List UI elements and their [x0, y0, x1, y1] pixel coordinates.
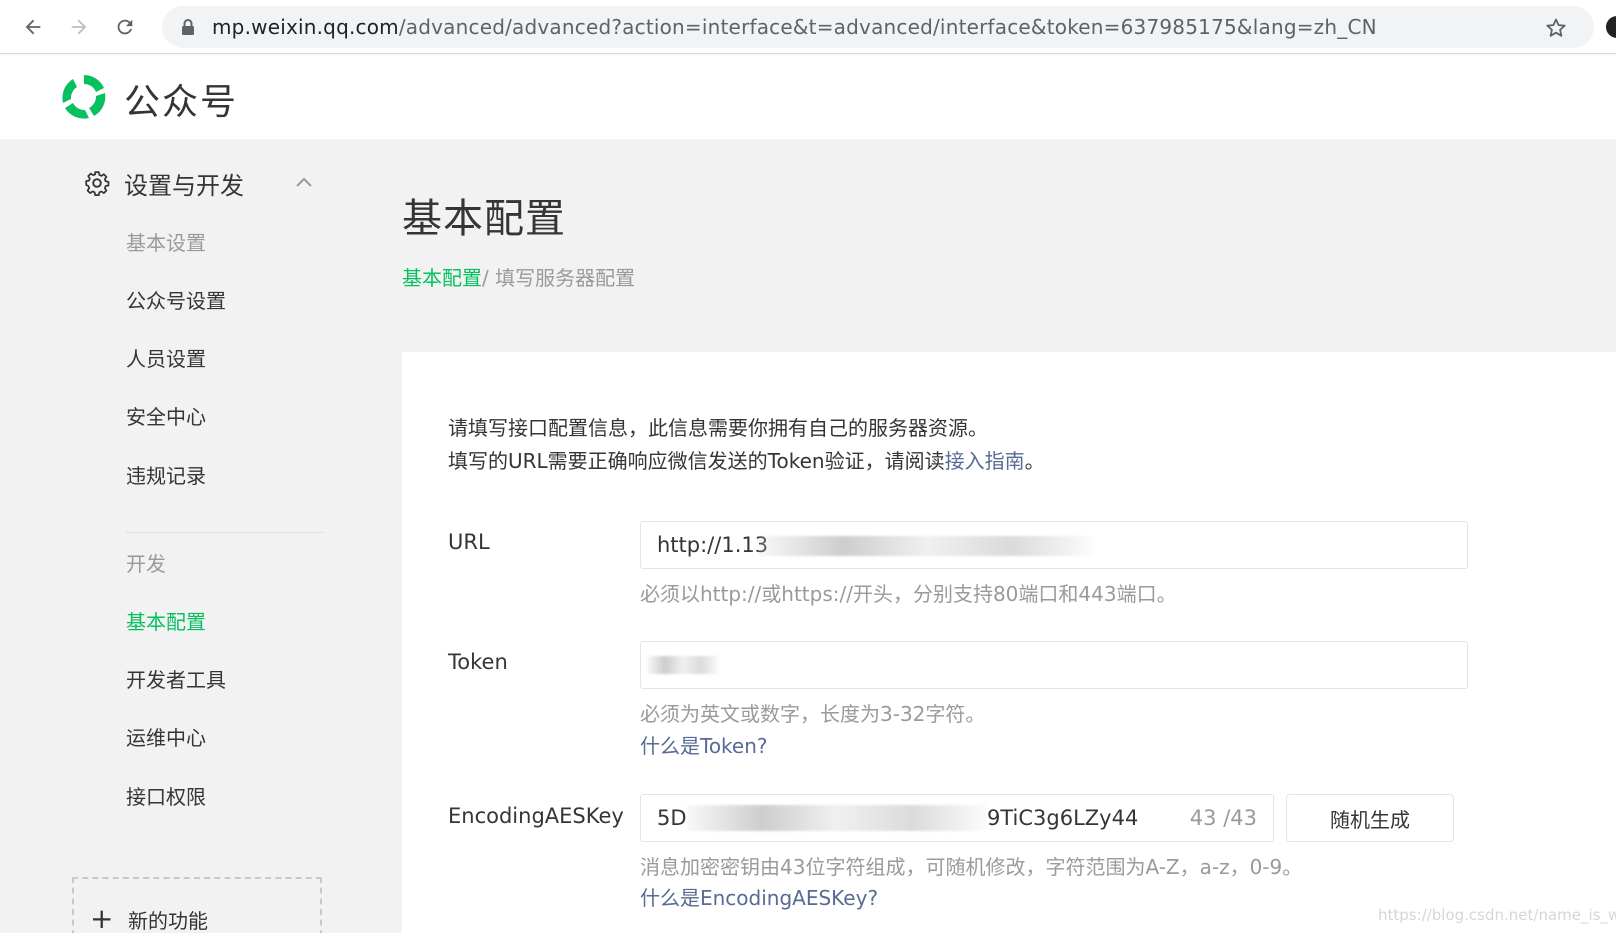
reload-button[interactable] [108, 10, 142, 44]
sidebar-item-dev-tools[interactable]: 开发者工具 [126, 664, 226, 693]
aes-key-value-start: 5D [657, 806, 687, 830]
wechat-mp-logo-icon [62, 75, 106, 119]
redaction-blur [687, 805, 987, 831]
aes-key-input[interactable]: 5D 9TiC3g6LZy44 43 /43 [640, 794, 1274, 842]
sidebar-divider [126, 532, 323, 533]
browser-toolbar: mp.weixin.qq.com/advanced/advanced?actio… [0, 0, 1616, 54]
config-panel: 请填写接口配置信息，此信息需要你拥有自己的服务器资源。 填写的URL需要正确响应… [402, 352, 1616, 933]
mp-header: 公众号 [0, 55, 1616, 139]
url-text: mp.weixin.qq.com/advanced/advanced?actio… [212, 15, 1377, 39]
sidebar-item-account-settings[interactable]: 公众号设置 [126, 285, 226, 314]
sidebar-item-basic-config[interactable]: 基本配置 [126, 606, 206, 635]
url-label: URL [448, 530, 490, 554]
breadcrumb-current: / 填写服务器配置 [482, 266, 636, 290]
address-bar[interactable]: mp.weixin.qq.com/advanced/advanced?actio… [162, 6, 1594, 48]
url-host: mp.weixin.qq.com [212, 15, 399, 39]
reload-icon [117, 19, 133, 35]
sidebar-item-api-permissions[interactable]: 接口权限 [126, 781, 206, 810]
forward-button[interactable] [62, 10, 96, 44]
token-label: Token [448, 650, 508, 674]
intro-line-2: 填写的URL需要正确响应微信发送的Token验证，请阅读接入指南。 [448, 445, 1045, 478]
aes-key-hint: 消息加密密钥由43位字符组成，可随机修改，字符范围为A-Z，a-z，0-9。 [640, 855, 1303, 879]
new-feature-label: 新的功能 [128, 909, 208, 933]
url-input[interactable]: http://1.13 [640, 521, 1468, 569]
aes-key-char-count: 43 /43 [1189, 806, 1257, 830]
arrow-left-icon [25, 19, 41, 35]
arrow-right-icon [71, 19, 87, 35]
url-path: /advanced/advanced?action=interface&t=ad… [398, 15, 1377, 39]
what-is-token-link[interactable]: 什么是Token? [640, 730, 768, 759]
page-title: 基本配置 [402, 196, 566, 242]
random-generate-button[interactable]: 随机生成 [1286, 794, 1454, 842]
intro-line-2-end: 。 [1024, 449, 1045, 473]
bookmark-star-icon[interactable] [1544, 16, 1568, 40]
aes-key-value-end: 9TiC3g6LZy44 [987, 806, 1139, 830]
plus-icon: + [90, 902, 114, 933]
intro-line-2-text: 填写的URL需要正确响应微信发送的Token验证，请阅读 [448, 449, 945, 473]
lock-icon [182, 19, 194, 35]
sidebar-item-violation-records[interactable]: 违规记录 [126, 460, 206, 489]
sidebar-item-security-center[interactable]: 安全中心 [126, 401, 206, 430]
chevron-up-icon[interactable] [294, 173, 314, 193]
sidebar-item-basic-settings[interactable]: 基本设置 [126, 227, 206, 256]
intro-line-1: 请填写接口配置信息，此信息需要你拥有自己的服务器资源。 [448, 416, 988, 440]
breadcrumb-link[interactable]: 基本配置 [402, 266, 482, 290]
sidebar-item-ops-center[interactable]: 运维中心 [126, 722, 206, 751]
sidebar-item-people-settings[interactable]: 人员设置 [126, 343, 206, 372]
token-hint: 必须为英文或数字，长度为3-32字符。 [640, 702, 986, 726]
back-button[interactable] [16, 10, 50, 44]
redaction-blur [647, 656, 719, 674]
new-feature-button[interactable]: + 新的功能 [72, 877, 322, 933]
sidebar-section-settings-dev[interactable]: 设置与开发 [84, 165, 314, 201]
intro-text: 请填写接口配置信息，此信息需要你拥有自己的服务器资源。 填写的URL需要正确响应… [448, 412, 1045, 478]
gear-icon [85, 171, 110, 196]
watermark: https://blog.csdn.net/name_is_wl [1378, 906, 1616, 924]
aes-key-label: EncodingAESKey [448, 804, 624, 828]
url-hint: 必须以http://或https://开头，分别支持80端口和443端口。 [640, 582, 1177, 606]
redaction-blur [759, 536, 1095, 556]
mp-title: 公众号 [124, 82, 239, 123]
profile-icon[interactable] [1606, 16, 1616, 38]
access-guide-link[interactable]: 接入指南 [945, 449, 1025, 473]
url-input-value: http://1.13 [657, 533, 769, 557]
breadcrumb: 基本配置/ 填写服务器配置 [402, 262, 635, 291]
what-is-aes-key-link[interactable]: 什么是EncodingAESKey? [640, 882, 878, 911]
token-input[interactable] [640, 641, 1468, 689]
sidebar-section-label: 设置与开发 [124, 171, 244, 200]
sidebar-heading-dev: 开发 [126, 552, 166, 576]
sidebar: 设置与开发 基本设置 公众号设置 人员设置 安全中心 违规记录 开发 基本配置 … [0, 139, 400, 933]
